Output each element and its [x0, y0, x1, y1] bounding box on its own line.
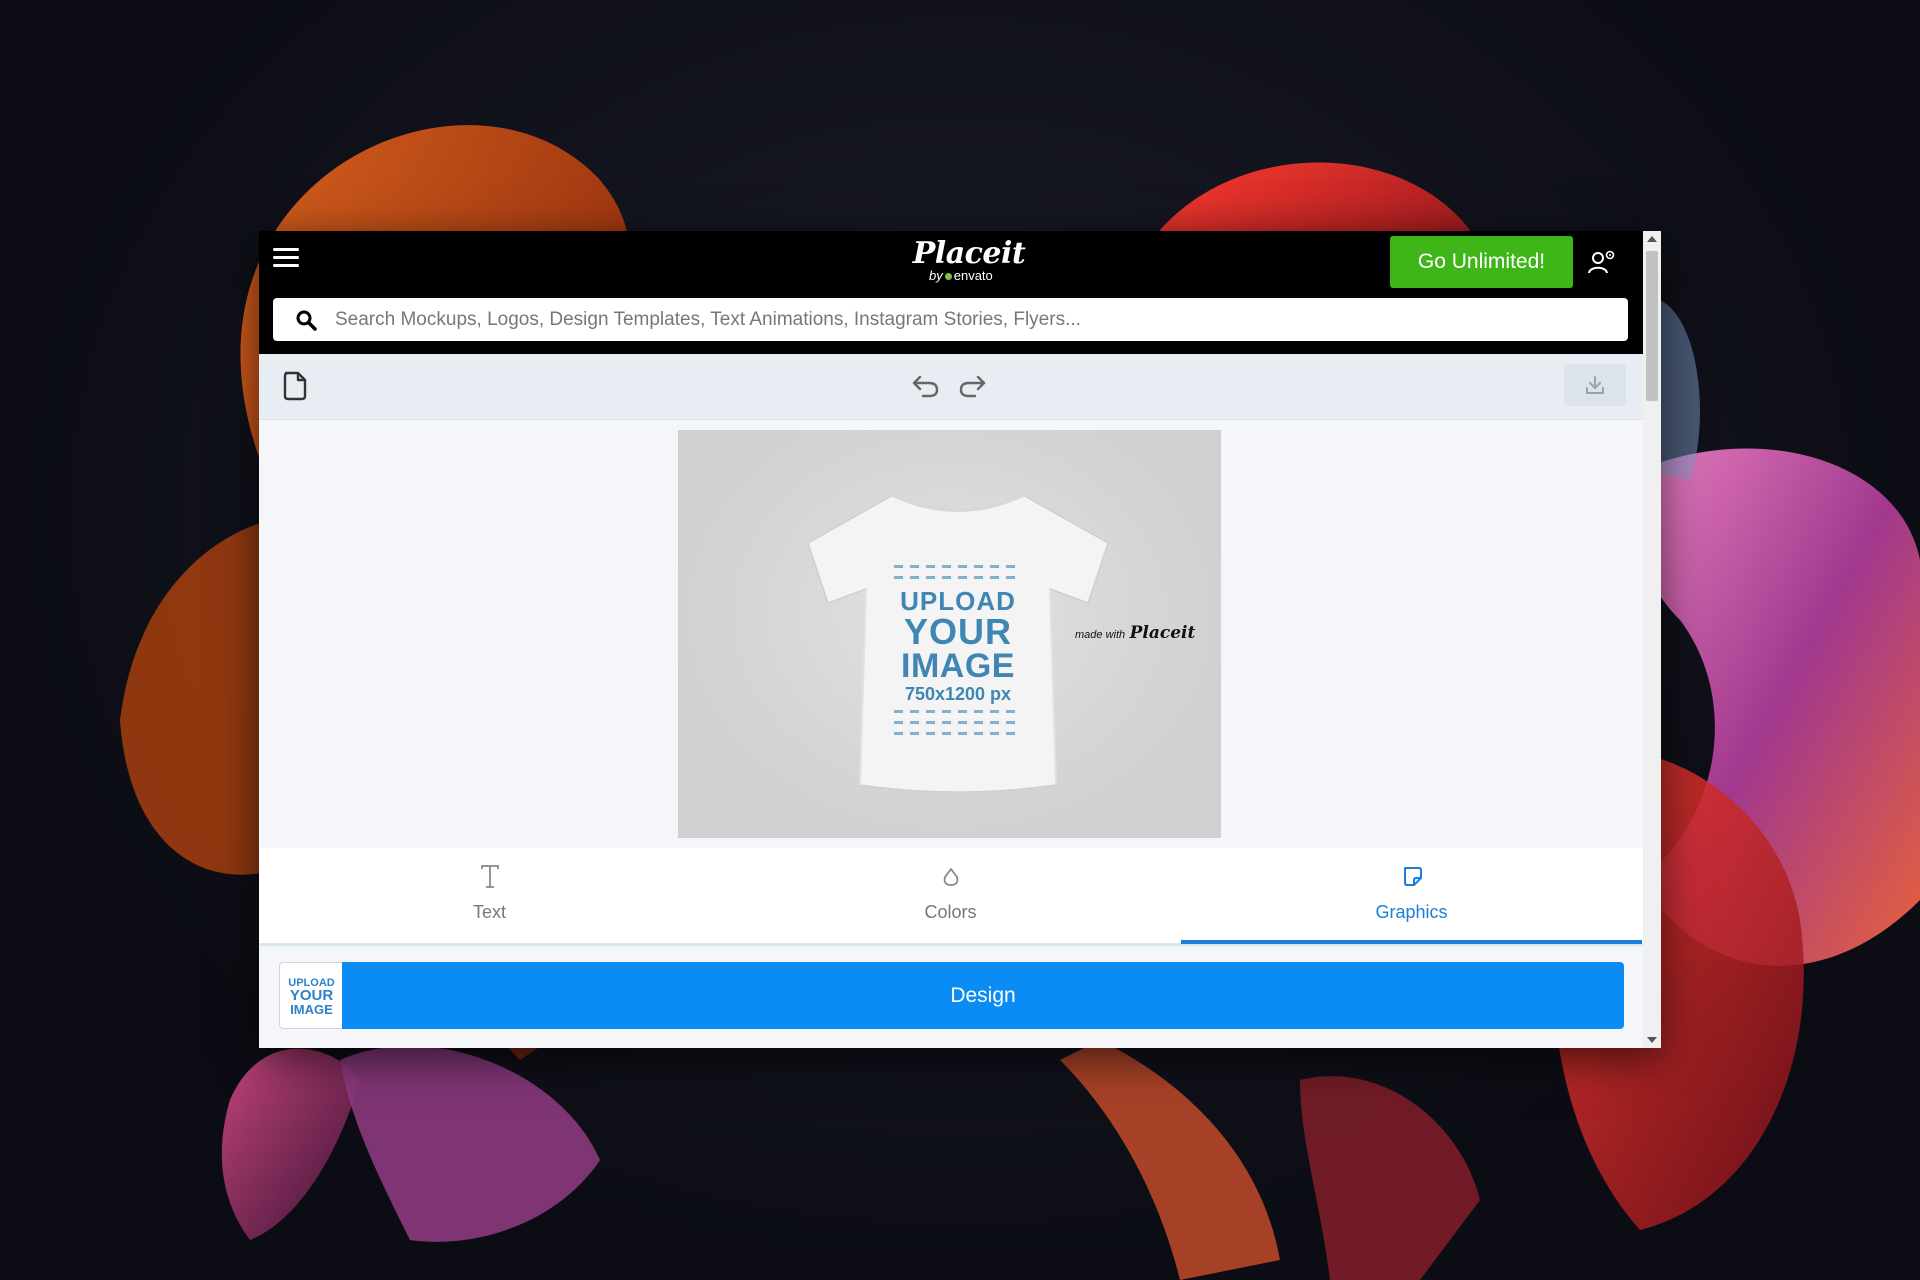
download-button[interactable] — [1564, 364, 1626, 406]
redo-icon[interactable] — [957, 373, 987, 399]
thumb-line-3: IMAGE — [290, 1002, 333, 1017]
print-line-3: IMAGE — [901, 647, 1015, 685]
search-input[interactable] — [333, 297, 1628, 342]
new-file-icon[interactable] — [281, 370, 309, 402]
thumb-line-2: YOUR — [289, 987, 334, 1004]
drop-icon — [943, 868, 958, 886]
scroll-up-arrow-icon[interactable] — [1647, 236, 1657, 242]
logo-by: by — [929, 268, 943, 283]
editor-tabs: Text Colors Graphics — [259, 848, 1643, 946]
design-thumbnail[interactable]: UPLOAD YOUR IMAGE — [279, 962, 344, 1029]
download-icon — [1586, 376, 1604, 394]
upload-image-placeholder: UPLOAD YOUR IMAGE 750x1200 px — [888, 560, 1028, 743]
account-icon[interactable] — [1587, 247, 1617, 277]
print-line-4: 750x1200 px — [904, 684, 1012, 704]
undo-icon[interactable] — [911, 373, 941, 399]
watermark-prefix: made with — [1075, 629, 1126, 641]
design-layer-row: UPLOAD YOUR IMAGE Design — [279, 962, 1624, 1029]
page-scrollbar[interactable] — [1643, 231, 1661, 1048]
logo-wordmark: Placeit — [912, 236, 1026, 271]
design-button[interactable]: Design — [342, 962, 1624, 1029]
go-unlimited-button[interactable]: Go Unlimited! — [1390, 236, 1573, 288]
tab-graphics-label: Graphics — [1375, 902, 1448, 922]
menu-icon[interactable] — [273, 245, 299, 271]
tab-colors-label: Colors — [924, 902, 977, 922]
browser-window: Placeit by envato Go Unlimited! Search M… — [259, 231, 1661, 1048]
made-with-placeit-watermark: made with Placeit — [1075, 623, 1195, 643]
sticker-icon — [1403, 867, 1422, 886]
header-bar: Placeit by envato Go Unlimited! — [259, 231, 1643, 354]
tab-text-label: Text — [472, 902, 506, 922]
text-icon — [480, 865, 499, 888]
scroll-thumb[interactable] — [1646, 251, 1658, 401]
placeit-logo[interactable]: Placeit by envato — [899, 237, 1039, 283]
search-icon[interactable] — [295, 309, 317, 331]
logo-byline: by envato — [929, 269, 1039, 283]
tab-colors[interactable]: Colors — [720, 848, 1181, 943]
mockup-preview[interactable]: UPLOAD YOUR IMAGE 750x1200 px made with … — [678, 430, 1221, 838]
logo-brand: envato — [953, 268, 993, 283]
scroll-down-arrow-icon[interactable] — [1647, 1037, 1657, 1043]
envato-leaf-icon — [944, 273, 952, 280]
print-line-2: YOUR — [903, 611, 1012, 652]
watermark-brand: Placeit — [1129, 623, 1196, 643]
search-bar — [273, 297, 1628, 342]
tab-graphics[interactable]: Graphics — [1181, 848, 1642, 944]
tab-text[interactable]: Text — [259, 848, 720, 943]
editor-toolbar — [259, 354, 1643, 420]
